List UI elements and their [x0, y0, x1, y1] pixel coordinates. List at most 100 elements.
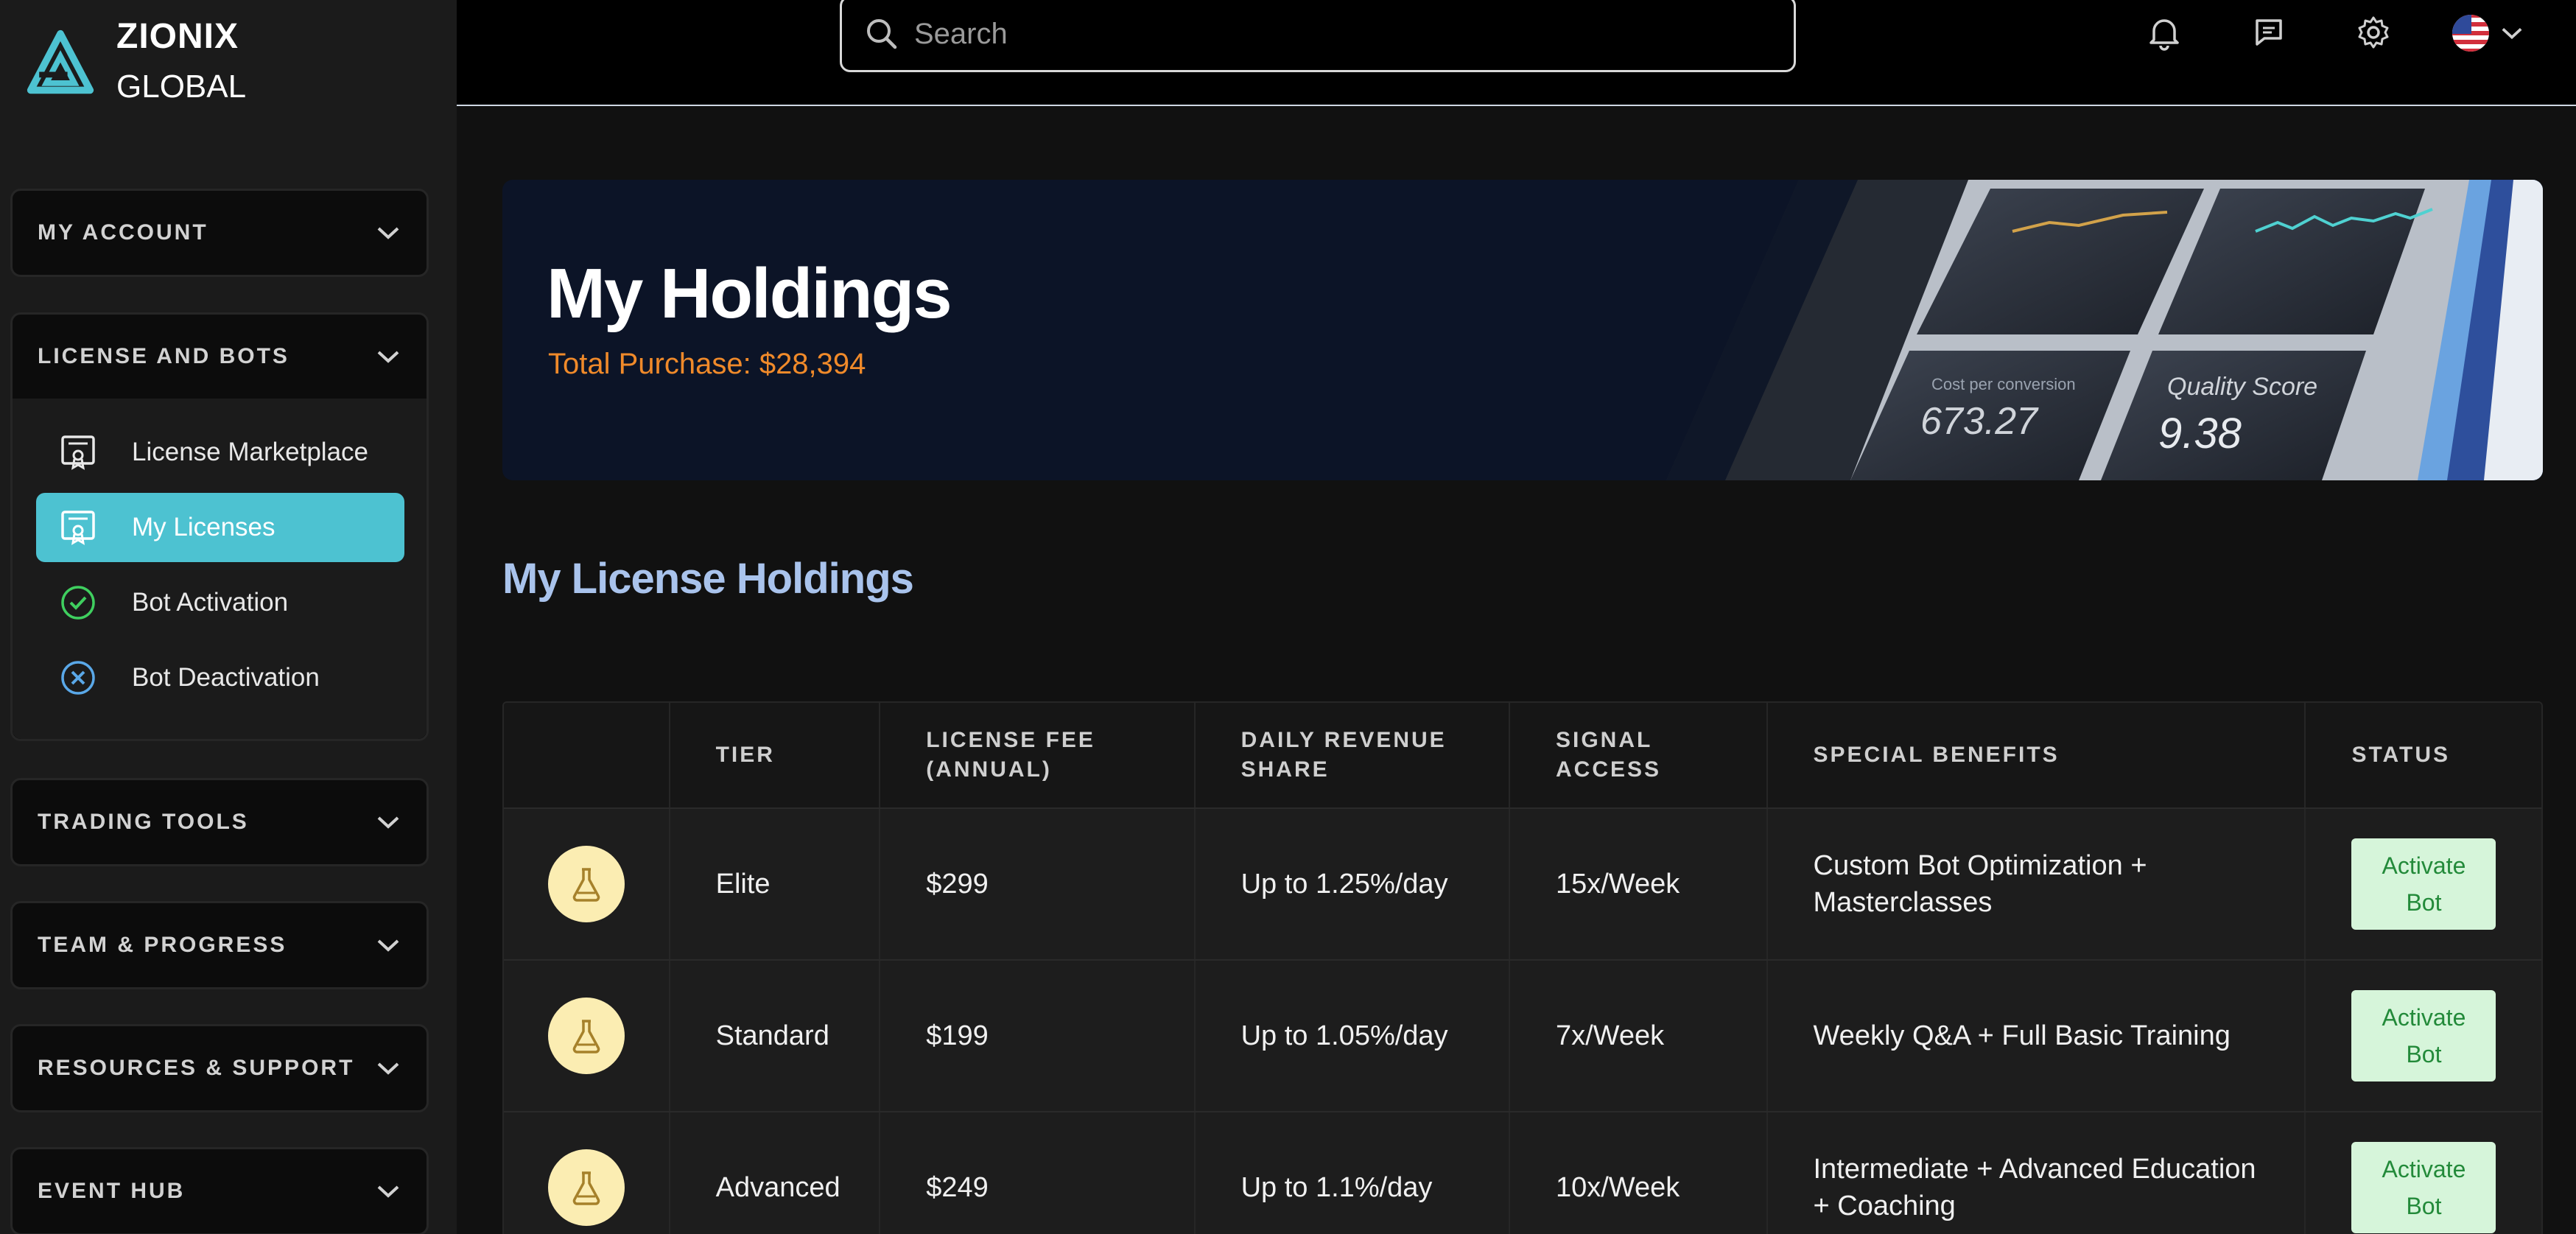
sidebar-item-bot-deactivation[interactable]: Bot Deactivation — [36, 643, 404, 712]
flask-icon — [572, 868, 600, 902]
search-input[interactable] — [914, 17, 1724, 51]
section-title: EVENT HUB — [38, 1179, 186, 1203]
col-label: LICENSE FEE — [926, 728, 1095, 752]
tier-cell: Advanced — [670, 1112, 881, 1234]
search-box[interactable] — [840, 0, 1796, 72]
col-label: SHARE — [1240, 757, 1330, 782]
chevron-down-icon — [377, 1062, 399, 1075]
sidebar-item-label: Bot Deactivation — [132, 663, 320, 692]
col-signal-access: SIGNAL ACCESS — [1510, 703, 1768, 807]
table-row: Standard $199 Up to 1.05%/day 7x/Week We… — [504, 961, 2541, 1112]
button-line: Bot — [2406, 1193, 2442, 1219]
sidebar-item-bot-activation[interactable]: Bot Activation — [36, 568, 404, 637]
holdings-banner: Cost per conversion 673.27 Quality Score… — [502, 180, 2543, 480]
tier-cell: Standard — [670, 961, 881, 1111]
holdings-table: TIER LICENSE FEE (ANNUAL) DAILY REVENUE SH… — [502, 701, 2543, 1234]
section-toggle-event-hub[interactable]: EVENT HUB — [13, 1149, 427, 1233]
art-label-a: Cost per conversion — [1931, 375, 2076, 393]
sidebar-item-label: Bot Activation — [132, 588, 289, 617]
art-value-b: 9.38 — [2158, 410, 2242, 458]
section-title: LICENSE AND BOTS — [38, 344, 289, 368]
tier-badge — [547, 998, 625, 1074]
col-icon — [504, 703, 670, 807]
section-toggle-trading-tools[interactable]: TRADING TOOLS — [13, 780, 427, 864]
sidebar-section-resources-support: RESOURCES & SUPPORT — [10, 1024, 429, 1112]
page-title: My Holdings — [547, 254, 952, 333]
col-license-fee: LICENSE FEE (ANNUAL) — [880, 703, 1196, 807]
chevron-down-icon — [2502, 27, 2522, 40]
status-cell: Activate Bot — [2306, 1112, 2541, 1234]
search-icon — [867, 19, 897, 49]
sidebar-section-license-and-bots: LICENSE AND BOTS License Marketplace My … — [10, 312, 429, 741]
tier-cell: Elite — [670, 809, 881, 959]
sidebar-item-my-licenses[interactable]: My Licenses — [36, 493, 404, 562]
col-daily-revenue: DAILY REVENUE SHARE — [1196, 703, 1510, 807]
chevron-down-icon — [377, 939, 399, 952]
fee-cell: $249 — [880, 1112, 1196, 1234]
gear-icon[interactable] — [2353, 12, 2394, 53]
brand-text: ZIONIX GLOBAL — [116, 16, 246, 109]
section-toggle-my-account[interactable]: MY ACCOUNT — [13, 191, 427, 275]
col-tier: TIER — [670, 703, 881, 807]
x-circle-icon — [61, 661, 95, 695]
section-toggle-resources-support[interactable]: RESOURCES & SUPPORT — [13, 1026, 427, 1110]
brand-name: ZIONIX — [116, 17, 239, 56]
button-line: Activate — [2382, 852, 2466, 879]
revenue-cell: Up to 1.1%/day — [1196, 1112, 1510, 1234]
activate-bot-button[interactable]: Activate Bot — [2351, 838, 2496, 930]
flask-icon — [572, 1171, 600, 1205]
section-title: RESOURCES & SUPPORT — [38, 1056, 355, 1080]
chevron-down-icon — [377, 227, 399, 239]
art-value-a: 673.27 — [1920, 400, 2039, 443]
sidebar-section-event-hub: EVENT HUB — [10, 1147, 429, 1234]
tier-icon-cell — [504, 809, 670, 959]
brand[interactable]: ZIONIX GLOBAL — [25, 16, 246, 109]
benefits-cell: Weekly Q&A + Full Basic Training — [1768, 961, 2306, 1111]
revenue-cell: Up to 1.05%/day — [1196, 961, 1510, 1111]
art-label-b: Quality Score — [2167, 373, 2317, 401]
sidebar-section-trading-tools: TRADING TOOLS — [10, 778, 429, 866]
tier-badge — [547, 846, 625, 922]
revenue-cell: Up to 1.25%/day — [1196, 809, 1510, 959]
brand-sub: GLOBAL — [116, 69, 247, 105]
status-cell: Activate Bot — [2306, 809, 2541, 959]
flask-icon — [572, 1020, 600, 1054]
sidebar-item-label: License Marketplace — [132, 438, 368, 466]
tier-badge — [547, 1149, 625, 1226]
app-root: ZIONIX GLOBAL MY ACCOUNT LICENSE AND BOT… — [0, 0, 2576, 1234]
benefits-cell: Custom Bot Optimization + Masterclasses — [1768, 809, 2306, 959]
section-toggle-license-and-bots[interactable]: LICENSE AND BOTS — [13, 315, 427, 399]
certificate-icon — [61, 435, 95, 470]
table-header: TIER LICENSE FEE (ANNUAL) DAILY REVENUE SH… — [504, 703, 2541, 809]
button-line: Activate — [2382, 1156, 2466, 1182]
us-flag-icon — [2452, 15, 2489, 52]
col-label: DAILY REVENUE — [1240, 728, 1447, 752]
bell-icon[interactable] — [2144, 12, 2185, 53]
fee-cell: $199 — [880, 961, 1196, 1111]
activate-bot-button[interactable]: Activate Bot — [2351, 1142, 2496, 1233]
section-toggle-team-progress[interactable]: TEAM & PROGRESS — [13, 903, 427, 987]
chevron-down-icon — [377, 816, 399, 829]
check-circle-icon — [61, 586, 95, 620]
signal-cell: 15x/Week — [1510, 809, 1768, 959]
activate-bot-button[interactable]: Activate Bot — [2351, 990, 2496, 1081]
sidebar: ZIONIX GLOBAL MY ACCOUNT LICENSE AND BOT… — [0, 0, 457, 1234]
top-bar — [457, 0, 2576, 106]
chevron-down-icon — [377, 351, 399, 363]
signal-cell: 7x/Week — [1510, 961, 1768, 1111]
section-title: MY ACCOUNT — [38, 220, 208, 245]
zionix-logo-icon — [27, 29, 94, 94]
button-line: Bot — [2406, 889, 2442, 916]
message-icon[interactable] — [2248, 12, 2289, 53]
col-label: (ANNUAL) — [926, 757, 1052, 782]
tier-icon-cell — [504, 961, 670, 1111]
language-selector[interactable] — [2451, 13, 2523, 53]
signal-cell: 10x/Week — [1510, 1112, 1768, 1234]
certificate-icon — [61, 511, 95, 545]
button-line: Bot — [2406, 1041, 2442, 1068]
benefits-cell: Intermediate + Advanced Education + Coac… — [1768, 1112, 2306, 1234]
col-label: SIGNAL — [1555, 728, 1653, 752]
status-cell: Activate Bot — [2306, 961, 2541, 1111]
sidebar-item-license-marketplace[interactable]: License Marketplace — [36, 418, 404, 487]
section-title: TEAM & PROGRESS — [38, 933, 287, 957]
